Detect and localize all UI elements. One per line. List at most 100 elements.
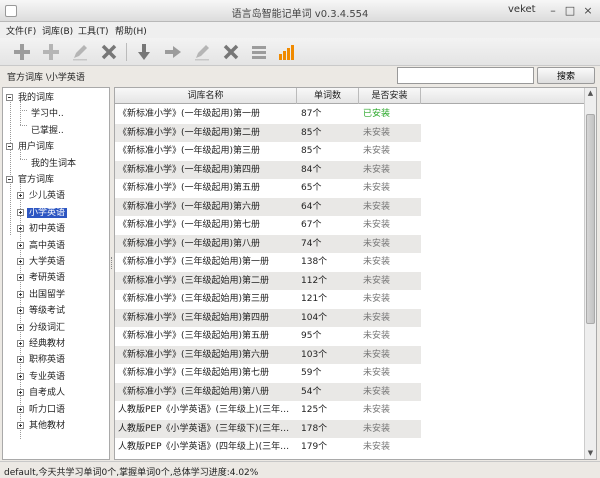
edit-icon[interactable] xyxy=(69,41,91,63)
cell-count: 67个 xyxy=(301,220,322,230)
edit-icon[interactable] xyxy=(191,41,213,63)
add-icon[interactable] xyxy=(11,41,33,63)
move-down-icon[interactable] xyxy=(133,41,155,63)
table-row[interactable]: 人教版PEP《小学英语》(四年级上)(三年级起… 179个 未安装 xyxy=(115,438,421,456)
scroll-up-icon[interactable]: ▲ xyxy=(585,88,596,99)
table-row[interactable]: 《新标准小学》(三年级起始用)第三册 121个 未安装 xyxy=(115,290,421,308)
expand-icon[interactable] xyxy=(17,323,24,331)
tree-node[interactable]: 听力口语 xyxy=(17,403,67,418)
tree-node[interactable]: 大学英语 xyxy=(17,255,67,270)
chart-icon[interactable] xyxy=(276,41,298,63)
move-right-icon[interactable] xyxy=(162,41,184,63)
expand-icon[interactable] xyxy=(17,405,24,413)
expand-icon[interactable] xyxy=(17,356,24,364)
scrollbar-thumb[interactable] xyxy=(586,114,595,324)
table-row[interactable]: 《新标准小学》(三年级起始用)第五册 95个 未安装 xyxy=(115,327,421,345)
column-header-status[interactable]: 是否安装 xyxy=(359,88,421,104)
expand-icon[interactable] xyxy=(17,389,24,397)
tree-guide-line xyxy=(20,125,27,126)
status-bar: default,今天共学习单词0个,掌握单词0个,总体学习进度:4.02% xyxy=(0,461,600,478)
expand-icon[interactable] xyxy=(17,241,24,249)
tree-node[interactable]: 等级考试 xyxy=(17,304,67,319)
tree-node[interactable]: 出国留学 xyxy=(17,288,67,303)
tree-node[interactable]: 我的生词本 xyxy=(29,157,78,172)
search-button[interactable]: 搜索 xyxy=(537,67,595,84)
vertical-scrollbar[interactable]: ▲ ▼ xyxy=(584,88,596,459)
toolbar-separator xyxy=(126,43,127,61)
table-row[interactable]: 《新标准小学》(一年级起用)第三册 85个 未安装 xyxy=(115,142,421,160)
tree-node[interactable]: 官方词库 xyxy=(6,173,56,188)
cell-status: 未安装 xyxy=(363,294,391,304)
tree-node[interactable]: 初中英语 xyxy=(17,222,67,237)
cell-status: 已安装 xyxy=(363,109,391,119)
table-row[interactable]: 《新标准小学》(三年级起始用)第一册 138个 未安装 xyxy=(115,253,421,271)
tree-node[interactable]: 其他教材 xyxy=(17,419,67,434)
maximize-icon[interactable]: □ xyxy=(563,4,577,18)
table-row[interactable]: 《新标准小学》(三年级起始用)第八册 54个 未安装 xyxy=(115,382,421,401)
table-row[interactable]: 人教版PEP《小学英语》(三年级上)(三年级起… 125个 未安装 xyxy=(115,401,421,419)
delete-icon[interactable] xyxy=(98,41,120,63)
table-row[interactable]: 《新标准小学》(一年级起用)第七册 67个 未安装 xyxy=(115,216,421,234)
expand-icon[interactable] xyxy=(17,225,24,233)
path-row: 官方词库 \小学英语 搜索 xyxy=(0,66,600,86)
tree-node-label: 小学英语 xyxy=(27,207,68,218)
expand-icon[interactable] xyxy=(17,340,24,347)
tree-node[interactable]: 自考成人 xyxy=(17,386,67,401)
scroll-down-icon[interactable]: ▼ xyxy=(585,448,596,459)
table-row[interactable]: 《新标准小学》(一年级起用)第八册 74个 未安装 xyxy=(115,234,421,253)
menu-library[interactable]: 词库(B) xyxy=(42,24,73,37)
tree-node-label: 职称英语 xyxy=(29,355,66,366)
add-icon[interactable] xyxy=(40,41,62,63)
table-row[interactable]: 《新标准小学》(一年级起用)第五册 65个 未安装 xyxy=(115,179,421,197)
tree-node-label: 专业英语 xyxy=(29,371,66,382)
expand-icon[interactable] xyxy=(17,372,24,380)
column-header-count[interactable]: 单词数 xyxy=(297,88,359,104)
table-row[interactable]: 《新标准小学》(一年级起用)第二册 85个 未安装 xyxy=(115,123,421,142)
tree-node[interactable]: 专业英语 xyxy=(17,370,67,385)
tree-node[interactable]: 我的词库 xyxy=(6,91,56,106)
cell-status: 未安装 xyxy=(363,164,391,175)
menu-tools[interactable]: 工具(T) xyxy=(78,24,109,37)
tree-node[interactable]: 学习中.. xyxy=(29,107,66,122)
close-icon[interactable]: × xyxy=(581,4,595,18)
tree-node[interactable]: 职称英语 xyxy=(17,353,67,368)
tree-node-label: 听力口语 xyxy=(29,404,66,415)
table-row[interactable]: 《新标准小学》(三年级起始用)第四册 104个 未安装 xyxy=(115,308,421,327)
tree-node[interactable]: 小学英语 xyxy=(17,206,68,221)
expand-icon[interactable] xyxy=(17,290,24,298)
tree-node[interactable]: 分级词汇 xyxy=(17,321,67,336)
menu-help[interactable]: 帮助(H) xyxy=(115,24,147,37)
table-row[interactable]: 人教版PEP《小学英语》(三年级下)(三年级起… 178个 未安装 xyxy=(115,419,421,438)
collapse-icon[interactable] xyxy=(6,94,13,101)
expand-icon[interactable] xyxy=(17,192,24,200)
tree-node[interactable]: 用户词库 xyxy=(6,140,56,155)
table-row[interactable]: 《新标准小学》(一年级起用)第一册 87个 已安装 xyxy=(115,105,421,123)
search-input[interactable] xyxy=(397,67,534,84)
expand-icon[interactable] xyxy=(17,258,24,265)
minimize-icon[interactable]: – xyxy=(546,4,560,18)
cell-status: 未安装 xyxy=(363,257,391,267)
menu-file[interactable]: 文件(F) xyxy=(6,24,36,37)
list-icon[interactable] xyxy=(248,41,270,63)
tree-node-label: 其他教材 xyxy=(29,421,66,431)
table-row[interactable]: 《新标准小学》(三年级起始用)第六册 103个 未安装 xyxy=(115,345,421,364)
collapse-icon[interactable] xyxy=(6,143,13,151)
tree-node[interactable]: 经典教材 xyxy=(17,337,67,352)
cell-count: 64个 xyxy=(301,201,322,212)
tree-node[interactable]: 已掌握.. xyxy=(29,124,66,139)
expand-icon[interactable] xyxy=(17,274,24,282)
expand-icon[interactable] xyxy=(17,307,24,315)
delete-icon[interactable] xyxy=(220,41,242,63)
table-row[interactable]: 《新标准小学》(一年级起用)第四册 84个 未安装 xyxy=(115,160,421,179)
table-row[interactable]: 《新标准小学》(一年级起用)第六册 64个 未安装 xyxy=(115,197,421,216)
column-header-name[interactable]: 词库名称 xyxy=(115,88,297,104)
tree-node[interactable]: 少儿英语 xyxy=(17,189,67,204)
expand-icon[interactable] xyxy=(17,208,24,216)
expand-icon[interactable] xyxy=(17,422,24,429)
table-row[interactable]: 《新标准小学》(三年级起始用)第二册 112个 未安装 xyxy=(115,271,421,290)
tree-node[interactable]: 高中英语 xyxy=(17,239,67,254)
tree-node[interactable]: 考研英语 xyxy=(17,271,67,286)
collapse-icon[interactable] xyxy=(6,176,13,183)
cell-name: 《新标准小学》(三年级起始用)第八册 xyxy=(118,386,270,397)
table-row[interactable]: 《新标准小学》(三年级起始用)第七册 59个 未安装 xyxy=(115,364,421,382)
